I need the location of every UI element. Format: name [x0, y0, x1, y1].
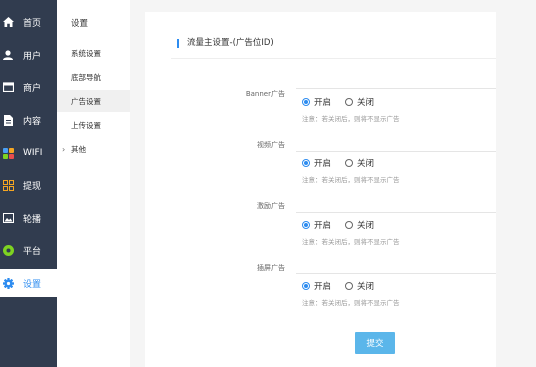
- radio-on-label: 开启: [314, 221, 332, 231]
- store-icon: [2, 81, 14, 93]
- sidebar-item-home[interactable]: 首页: [0, 8, 57, 36]
- radio-option-off[interactable]: 关闭: [345, 96, 374, 108]
- sidebar: 首页 用户 商户 内容 WIFI 提现 轮播 平台 设置: [0, 0, 57, 367]
- sidebar-item-label: 提现: [23, 181, 42, 192]
- field-label-banner-ad: Banner广告: [245, 90, 285, 98]
- wifi-apps-icon: [2, 147, 14, 159]
- field-divider: [296, 212, 496, 213]
- radio-off-label: 关闭: [357, 282, 375, 292]
- radio-on-label: 开启: [314, 282, 332, 292]
- radio-group-interstitial-ad: 开启 关闭: [302, 280, 388, 292]
- sidebar-item-merchants[interactable]: 商户: [0, 73, 57, 101]
- radio-off-label: 关闭: [357, 221, 375, 231]
- user-icon: [2, 49, 14, 61]
- radio-on[interactable]: [302, 159, 310, 167]
- radio-option-off[interactable]: 关闭: [345, 157, 374, 169]
- sidebar-item-carousel[interactable]: 轮播: [0, 204, 57, 232]
- sidebar-item-label: 平台: [23, 246, 42, 257]
- sidebar-item-content[interactable]: 内容: [0, 106, 57, 134]
- radio-option-on[interactable]: 开启: [302, 280, 331, 292]
- image-icon: [2, 212, 14, 224]
- sidebar-item-label: 商户: [23, 83, 42, 94]
- sidebar-item-label: 设置: [23, 279, 42, 290]
- field-note: 注意：若关闭后，则将不显示广告: [302, 299, 400, 307]
- radio-group-banner-ad: 开启 关闭: [302, 96, 388, 108]
- radio-off[interactable]: [345, 98, 354, 106]
- radio-option-on[interactable]: 开启: [302, 157, 331, 169]
- submenu-item-upload-settings[interactable]: 上传设置: [57, 114, 130, 136]
- field-label-rewarded-ad: 激励广告: [257, 202, 285, 210]
- sidebar-item-label: WIFI: [23, 148, 43, 158]
- sidebar-item-label: 用户: [23, 51, 42, 62]
- home-icon: [2, 16, 14, 28]
- field-note: 注意：若关闭后，则将不显示广告: [302, 115, 400, 123]
- submenu-item-bottom-nav[interactable]: 底部导航: [57, 66, 130, 88]
- field-label-interstitial-ad: 插屏广告: [257, 264, 285, 272]
- field-label-video-ad: 视频广告: [257, 141, 285, 149]
- radio-on[interactable]: [302, 282, 310, 290]
- radio-on-label: 开启: [314, 159, 332, 169]
- submenu-item-ad-settings[interactable]: 广告设置: [57, 90, 130, 112]
- radio-group-rewarded-ad: 开启 关闭: [302, 219, 388, 231]
- radio-on-label: 开启: [314, 98, 332, 108]
- radio-option-off[interactable]: 关闭: [345, 219, 374, 231]
- sidebar-item-wifi[interactable]: WIFI: [0, 139, 57, 167]
- field-divider: [296, 88, 496, 89]
- radio-off[interactable]: [345, 159, 354, 167]
- grid-icon: [2, 179, 14, 191]
- submenu-item-other[interactable]: › 其他: [57, 138, 130, 160]
- page-title: 流量主设置-(广告位ID): [177, 39, 274, 48]
- submenu-title: 设置: [71, 19, 89, 29]
- field-note: 注意：若关闭后，则将不显示广告: [302, 238, 400, 246]
- submenu-item-label: 其他: [71, 144, 86, 154]
- radio-off[interactable]: [345, 282, 354, 290]
- submit-button[interactable]: 提交: [355, 332, 395, 354]
- divider: [171, 58, 496, 59]
- field-divider: [296, 151, 496, 152]
- sidebar-item-label: 内容: [23, 116, 42, 127]
- platform-icon: [2, 244, 14, 256]
- radio-group-video-ad: 开启 关闭: [302, 157, 388, 169]
- sidebar-item-settings[interactable]: 设置: [0, 269, 57, 297]
- radio-on[interactable]: [302, 98, 310, 106]
- field-note: 注意：若关闭后，则将不显示广告: [302, 176, 400, 184]
- submenu-item-system-settings[interactable]: 系统设置: [57, 42, 130, 64]
- sidebar-item-users[interactable]: 用户: [0, 41, 57, 69]
- sidebar-item-label: 轮播: [23, 214, 42, 225]
- chevron-right-icon: ›: [62, 144, 66, 154]
- gear-icon: [2, 277, 14, 289]
- field-divider: [296, 273, 496, 274]
- radio-off-label: 关闭: [357, 159, 375, 169]
- radio-off[interactable]: [345, 221, 354, 229]
- radio-option-on[interactable]: 开启: [302, 219, 331, 231]
- radio-option-off[interactable]: 关闭: [345, 280, 374, 292]
- radio-option-on[interactable]: 开启: [302, 96, 331, 108]
- settings-submenu: 设置 系统设置 底部导航 广告设置 上传设置 › 其他: [57, 0, 131, 367]
- radio-off-label: 关闭: [357, 98, 375, 108]
- radio-on[interactable]: [302, 221, 310, 229]
- sidebar-item-withdraw[interactable]: 提现: [0, 171, 57, 199]
- ad-settings-card: 流量主设置-(广告位ID) Banner广告 开启 关闭 注意：若关闭后，则将不…: [145, 12, 496, 367]
- sidebar-item-platform[interactable]: 平台: [0, 236, 57, 264]
- document-icon: [2, 114, 14, 126]
- sidebar-item-label: 首页: [23, 18, 42, 29]
